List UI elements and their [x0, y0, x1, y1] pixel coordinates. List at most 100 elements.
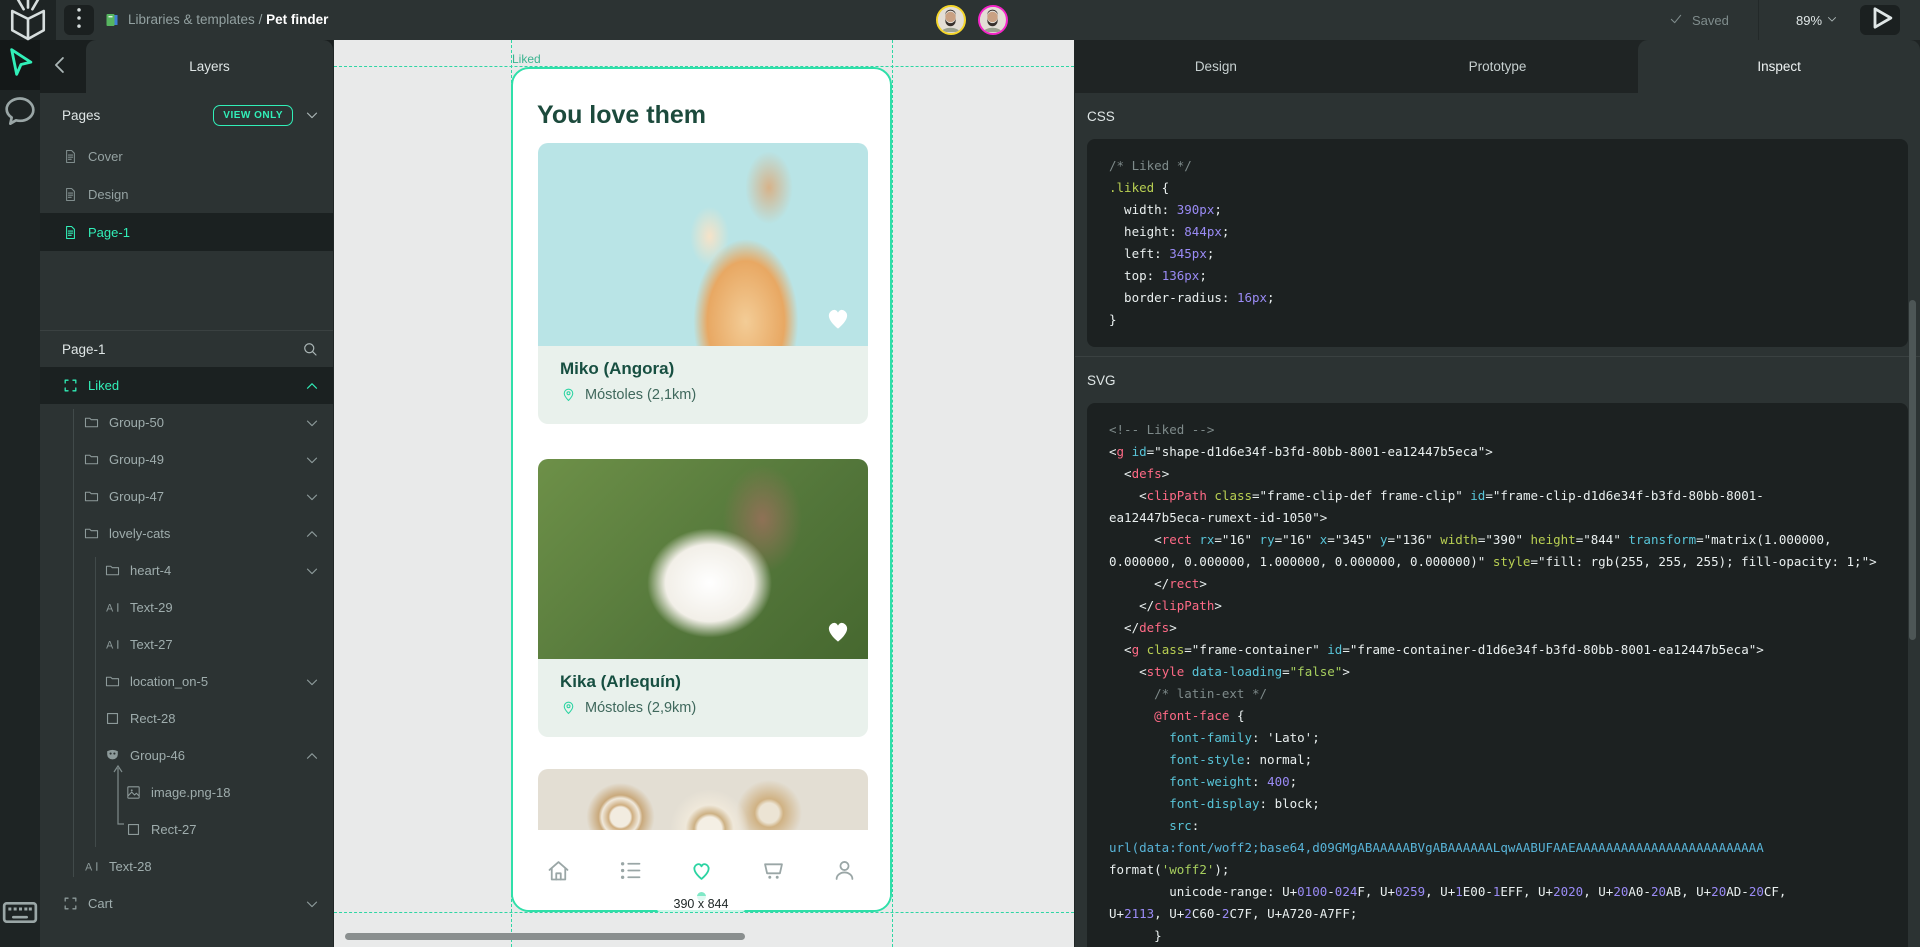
penpot-workspace: Libraries & templates / Pet finder Saved…: [0, 0, 1920, 947]
breadcrumb[interactable]: Libraries & templates / Pet finder: [128, 12, 328, 27]
kebab-menu-icon: [64, 3, 94, 38]
layer-label: image.png-18: [151, 785, 231, 800]
cart-nav-icon[interactable]: [760, 857, 787, 884]
chevron-down-icon[interactable]: [303, 895, 321, 913]
frame-icon: [62, 377, 79, 394]
svg-text:A: A: [85, 861, 93, 873]
svg-text:A: A: [106, 639, 114, 651]
heart-nav-icon[interactable]: [688, 857, 715, 884]
css-section-title: CSS: [1087, 109, 1115, 124]
canvas[interactable]: Liked You love them Miko (Angora) Móstol…: [334, 40, 1074, 947]
user-avatar[interactable]: [978, 5, 1008, 35]
chevron-up-icon[interactable]: [303, 525, 321, 543]
tool-rail: [0, 40, 40, 947]
pet-card-kika[interactable]: Kika (Arlequín) Móstoles (2,9km): [538, 459, 868, 737]
layer-label: location_on-5: [130, 674, 208, 689]
layer-row-text-29[interactable]: AText-29: [40, 589, 333, 626]
vertical-scrollbar[interactable]: [1909, 300, 1916, 640]
zoom-control[interactable]: 89%: [1796, 0, 1839, 40]
folder-icon: [83, 525, 100, 542]
frame-liked[interactable]: You love them Miko (Angora) Móstoles (2,…: [511, 67, 892, 912]
collapse-sidebar-button[interactable]: [46, 53, 74, 81]
shortcuts-button[interactable]: [0, 890, 40, 935]
pet-card-footer: Kika (Arlequín) Móstoles (2,9km): [538, 659, 868, 737]
page-label: Design: [88, 187, 128, 202]
comments-tool-button[interactable]: [0, 90, 40, 136]
folder-icon: [83, 414, 100, 431]
home-nav-icon[interactable]: [545, 857, 572, 884]
folder-icon: [104, 562, 121, 579]
layer-row-lovely-cats[interactable]: lovely-cats: [40, 515, 333, 552]
layer-row-heart-4[interactable]: heart-4: [40, 552, 333, 589]
layer-row-group-50[interactable]: Group-50: [40, 404, 333, 441]
breadcrumb-library[interactable]: Libraries & templates: [128, 12, 255, 27]
snap-guide-vertical: [892, 40, 893, 947]
horizontal-scrollbar[interactable]: [345, 933, 745, 940]
layer-row-group-49[interactable]: Group-49: [40, 441, 333, 478]
list-nav-icon[interactable]: [617, 857, 644, 884]
breadcrumb-separator: /: [255, 12, 266, 27]
keyboard-icon: [0, 890, 40, 935]
favorite-heart-icon[interactable]: [822, 302, 854, 334]
favorite-heart-icon[interactable]: [822, 615, 854, 647]
layer-row-rect-27[interactable]: Rect-27: [40, 811, 333, 848]
penpot-logo[interactable]: [0, 0, 56, 40]
layer-row-location_on-5[interactable]: location_on-5: [40, 663, 333, 700]
folder-icon: [83, 488, 100, 505]
main-menu-button[interactable]: [64, 5, 94, 35]
page-item-design[interactable]: Design: [40, 175, 333, 213]
chevron-up-icon[interactable]: [303, 377, 321, 395]
inspect-panel: DesignPrototypeInspect CSS /* Liked */.l…: [1074, 40, 1920, 947]
layer-label: Text-28: [109, 859, 152, 874]
pages-list: Cover Design Page-1: [40, 137, 333, 251]
image-icon: [125, 784, 142, 801]
svg-text:A: A: [106, 602, 114, 614]
layer-row-cart[interactable]: Cart: [40, 885, 333, 922]
frame-name-label[interactable]: Liked: [512, 52, 541, 66]
tab-design[interactable]: Design: [1075, 40, 1357, 93]
play-icon: [1860, 0, 1900, 43]
search-icon[interactable]: [301, 340, 319, 358]
tab-inspect[interactable]: Inspect: [1638, 40, 1920, 93]
chevron-down-icon[interactable]: [303, 414, 321, 432]
tab-prototype[interactable]: Prototype: [1357, 40, 1639, 93]
page-item-cover[interactable]: Cover: [40, 137, 333, 175]
chevron-down-icon[interactable]: [303, 106, 321, 124]
tab-layers[interactable]: Layers: [86, 40, 333, 93]
layer-row-group-46[interactable]: Group-46: [40, 737, 333, 774]
pages-header: Pages VIEW ONLY: [40, 93, 333, 137]
frame-icon: [62, 895, 79, 912]
text-icon: A: [104, 636, 121, 653]
page-section-header: Page-1: [40, 331, 333, 367]
zoom-value[interactable]: 89%: [1796, 13, 1822, 28]
css-section-header: CSS: [1075, 93, 1920, 139]
svg-code-block[interactable]: <!-- Liked --><g id="shape-d1d6e34f-b3fd…: [1087, 403, 1908, 947]
page-item-page-1[interactable]: Page-1: [40, 213, 333, 251]
user-avatar[interactable]: [936, 5, 966, 35]
chevron-down-icon[interactable]: [303, 488, 321, 506]
library-book-icon: [104, 12, 120, 28]
pet-name: Miko (Angora): [560, 359, 846, 379]
breadcrumb-file-name[interactable]: Pet finder: [266, 12, 328, 27]
rect-icon: [125, 821, 142, 838]
page-icon: [62, 148, 79, 165]
layers-panel-header: Layers: [40, 40, 333, 93]
view-mode-button[interactable]: [1860, 5, 1900, 35]
css-code-block[interactable]: /* Liked */.liked { width: 390px; height…: [1087, 139, 1908, 347]
chevron-up-icon[interactable]: [303, 747, 321, 765]
user-nav-icon[interactable]: [831, 857, 858, 884]
rect-icon: [104, 710, 121, 727]
layer-row-text-28[interactable]: A Text-28: [40, 848, 333, 885]
layer-row-liked[interactable]: Liked: [40, 367, 333, 404]
svg-section-title: SVG: [1087, 373, 1116, 388]
layer-row-text-27[interactable]: AText-27: [40, 626, 333, 663]
layer-row-group-47[interactable]: Group-47: [40, 478, 333, 515]
chevron-down-icon[interactable]: [303, 451, 321, 469]
penpot-logo-icon: [0, 0, 56, 51]
layer-row-rect-28[interactable]: Rect-28: [40, 700, 333, 737]
pet-card-miko[interactable]: Miko (Angora) Móstoles (2,1km): [538, 143, 868, 424]
chevron-down-icon[interactable]: [303, 673, 321, 691]
chevron-down-icon[interactable]: [303, 562, 321, 580]
pet-name: Kika (Arlequín): [560, 672, 846, 692]
layer-row-image.png-18[interactable]: image.png-18: [40, 774, 333, 811]
